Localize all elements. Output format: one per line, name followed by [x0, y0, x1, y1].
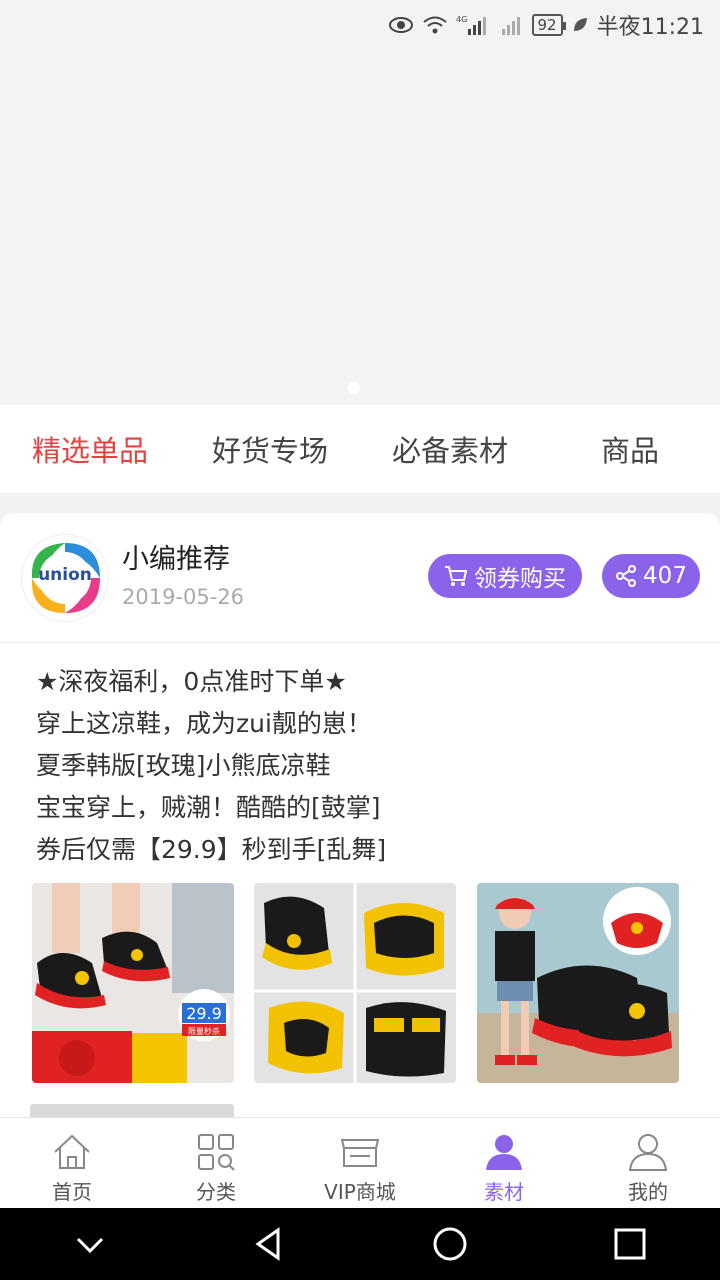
home-circle-icon[interactable]	[430, 1224, 470, 1264]
category-tabs: 精选单品 好货专场 必备素材 商品	[0, 405, 720, 493]
tab-featured[interactable]: 精选单品	[0, 428, 180, 470]
nav-material[interactable]: 素材	[432, 1118, 576, 1208]
post-line: 穿上这凉鞋，成为zui靓的崽！	[36, 709, 372, 738]
category-icon	[198, 1134, 235, 1171]
share-button[interactable]: 407	[602, 554, 700, 598]
product-photo-2[interactable]	[254, 883, 456, 1083]
nav-vip-store-label: VIP商城	[324, 1180, 396, 1204]
banner-page-indicator	[348, 382, 360, 394]
battery-indicator: 92	[531, 14, 566, 36]
chevron-down-icon[interactable]	[70, 1224, 110, 1264]
bottom-nav: 首页 分类 VIP商城 素材 我的	[0, 1117, 720, 1208]
home-icon	[54, 1134, 90, 1169]
share-count: 407	[643, 563, 687, 589]
post-photos: 29.9 限量秒杀	[32, 883, 692, 1083]
nav-category[interactable]: 分类	[144, 1118, 288, 1208]
nav-profile[interactable]: 我的	[576, 1118, 720, 1208]
tab-essentials[interactable]: 必备素材	[360, 428, 540, 470]
price-tag: 29.9	[186, 1004, 222, 1023]
union-logo: union	[22, 535, 108, 621]
wifi-icon	[422, 15, 448, 35]
post-line: 宝宝穿上，贼潮！酷酷的[鼓掌]	[36, 793, 381, 822]
nav-category-label: 分类	[196, 1180, 236, 1204]
nav-vip-store[interactable]: VIP商城	[288, 1118, 432, 1208]
coupon-buy-button[interactable]: 领券购买	[428, 554, 582, 598]
post-line: 夏季韩版[玫瑰]小熊底凉鞋	[36, 751, 331, 780]
signal-2-icon	[498, 14, 524, 36]
system-nav-bar	[0, 1208, 720, 1280]
post-header: union 小编推荐 2019-05-26 领券购买 407	[0, 513, 720, 643]
tab-products[interactable]: 商品	[540, 428, 720, 470]
product-photo-1[interactable]: 29.9 限量秒杀	[32, 883, 234, 1083]
coupon-buy-label: 领券购买	[474, 566, 566, 592]
store-icon	[340, 1139, 380, 1167]
nav-profile-label: 我的	[628, 1180, 668, 1204]
post-card: union 小编推荐 2019-05-26 领券购买 407 ★深夜福利，0点准…	[0, 513, 720, 1118]
back-icon[interactable]	[250, 1224, 290, 1264]
recents-icon[interactable]	[610, 1224, 650, 1264]
leaf-icon	[571, 16, 589, 34]
post-line: 券后仅需【29.9】秒到手[乱舞]	[36, 835, 387, 864]
share-icon	[616, 565, 637, 587]
nav-home[interactable]: 首页	[0, 1118, 144, 1208]
material-icon	[486, 1135, 522, 1170]
post-author: 小编推荐	[122, 544, 230, 575]
profile-icon	[628, 1134, 668, 1171]
post-date: 2019-05-26	[122, 585, 245, 609]
post-line: ★深夜福利，0点准时下单★	[36, 667, 347, 696]
signal-icon: 4G	[456, 14, 490, 36]
banner-area[interactable]: 4G 92 半夜11:21	[0, 0, 720, 405]
status-bar: 4G 92 半夜11:21	[388, 0, 720, 50]
cart-icon	[445, 566, 468, 586]
status-time: 半夜11:21	[596, 15, 704, 40]
eye-icon	[388, 16, 414, 34]
logo-text: union	[38, 565, 92, 585]
product-photo-4[interactable]	[30, 1104, 234, 1118]
product-photo-3[interactable]	[477, 883, 679, 1083]
post-description[interactable]: ★深夜福利，0点准时下单★ 穿上这凉鞋，成为zui靓的崽！ 夏季韩版[玫瑰]小熊…	[36, 661, 696, 871]
price-tag-sub: 限量秒杀	[188, 1026, 220, 1036]
nav-home-label: 首页	[52, 1180, 92, 1204]
svg-text:4G: 4G	[456, 15, 467, 24]
tab-good-deals[interactable]: 好货专场	[180, 428, 360, 470]
nav-material-label: 素材	[484, 1180, 524, 1204]
